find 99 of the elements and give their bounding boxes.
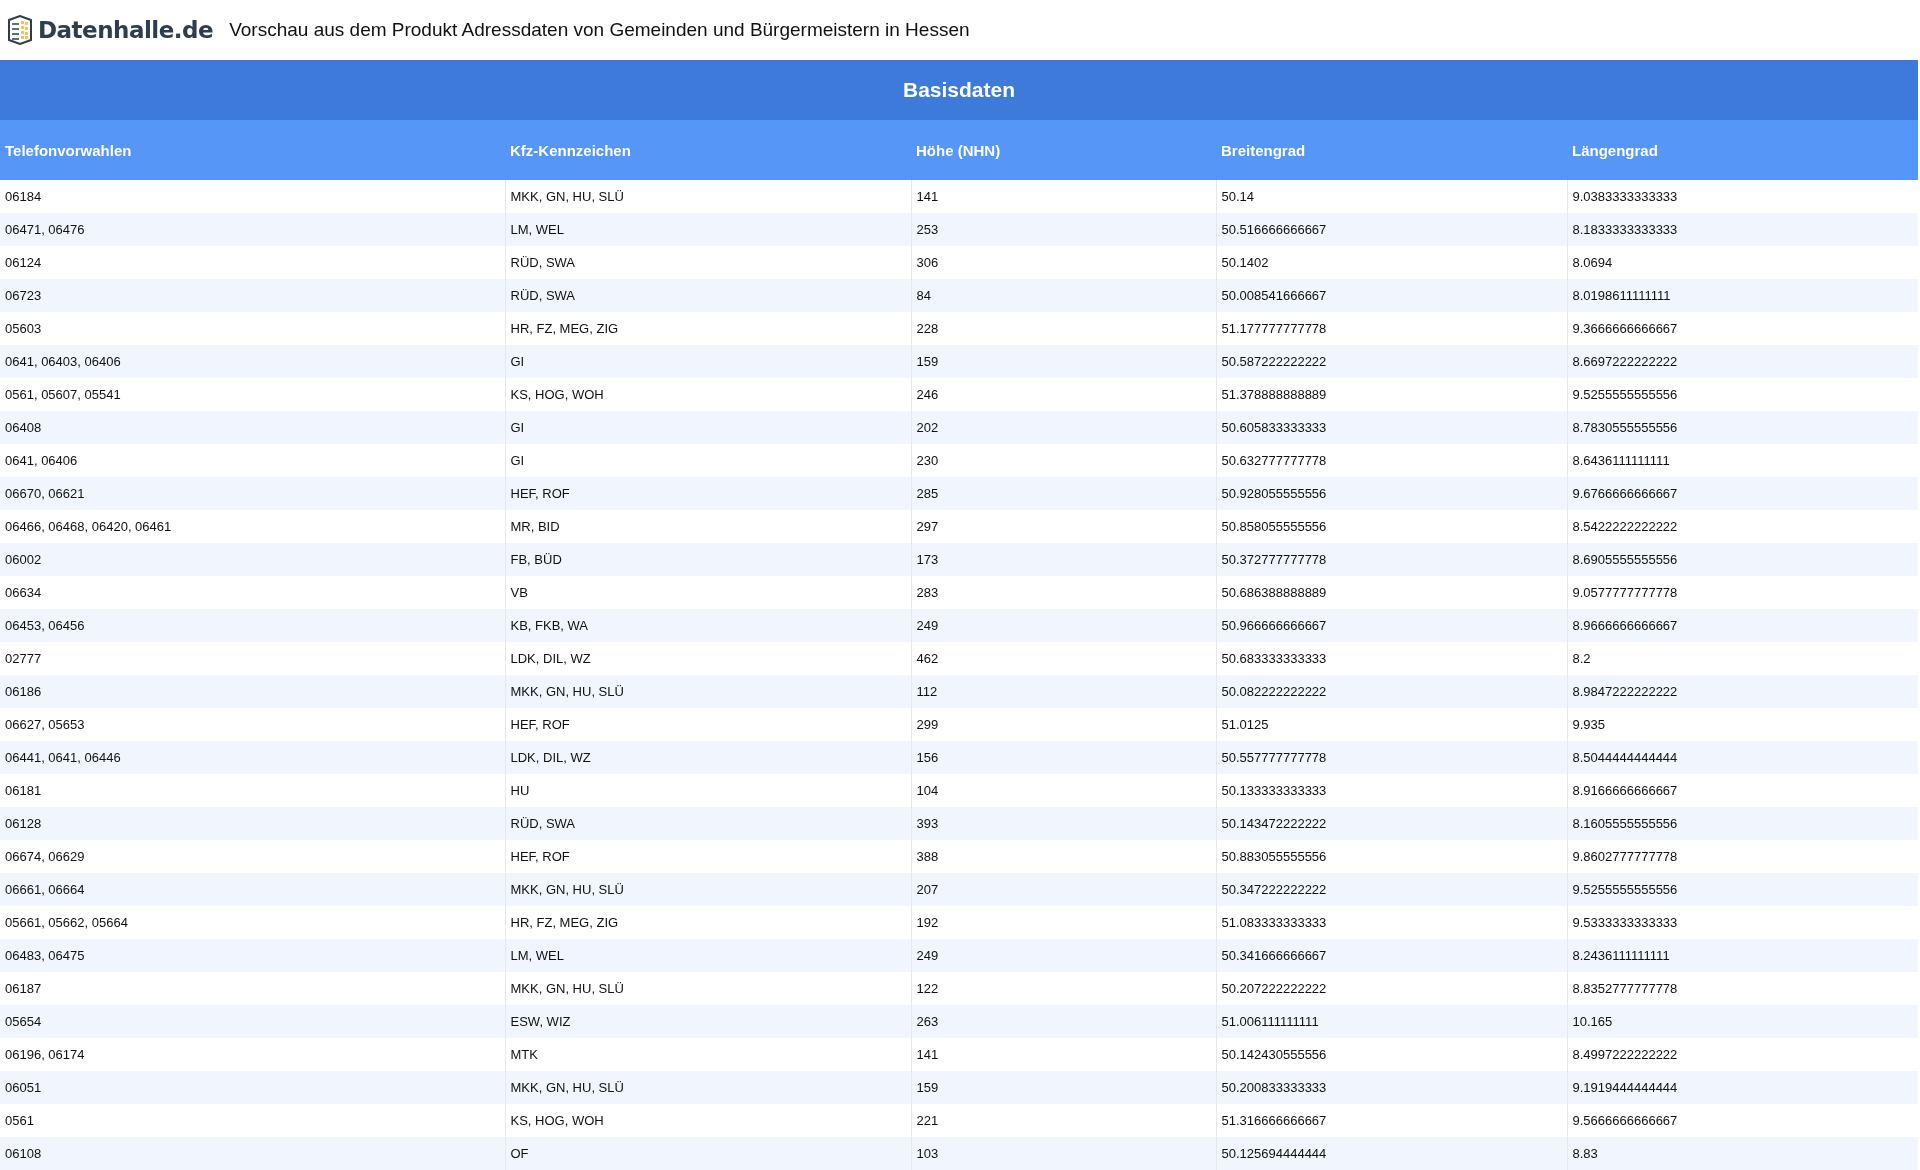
table-cell: 51.006111111111 xyxy=(1216,1005,1567,1038)
table-cell: 06627, 05653 xyxy=(0,708,505,741)
table-cell: 8.0198611111111 xyxy=(1567,279,1918,312)
table-cell: 06184 xyxy=(0,180,505,213)
page-title: Vorschau aus dem Produkt Adressdaten von Gemeinden und Bürgermeistern in Hessen xyxy=(229,19,970,41)
table-cell: 06408 xyxy=(0,411,505,444)
table-cell: 50.347222222222 xyxy=(1216,873,1567,906)
table-cell: 0641, 06406 xyxy=(0,444,505,477)
table-cell: 06441, 0641, 06446 xyxy=(0,741,505,774)
table-cell: 50.587222222222 xyxy=(1216,345,1567,378)
table-cell: 05603 xyxy=(0,312,505,345)
table-cell: 0561, 05607, 05541 xyxy=(0,378,505,411)
server-stack-logo-icon xyxy=(6,15,34,45)
table-cell: 253 xyxy=(911,213,1216,246)
table-cell: 159 xyxy=(911,345,1216,378)
table-cell: 06181 xyxy=(0,774,505,807)
table-cell: RÜD, SWA xyxy=(505,807,911,840)
table-cell: 06187 xyxy=(0,972,505,1005)
logo-text[interactable]: Datenhalle.de xyxy=(38,17,214,43)
table-cell: 285 xyxy=(911,477,1216,510)
table-cell: 06723 xyxy=(0,279,505,312)
table-cell: 249 xyxy=(911,609,1216,642)
table-cell: 06128 xyxy=(0,807,505,840)
table-cell: 50.966666666667 xyxy=(1216,609,1567,642)
table-cell: 156 xyxy=(911,741,1216,774)
column-header: Längengrad xyxy=(1567,120,1918,180)
table-cell: 05661, 05662, 05664 xyxy=(0,906,505,939)
table-cell: LM, WEL xyxy=(505,213,911,246)
table-cell: 50.125694444444 xyxy=(1216,1137,1567,1170)
table-cell: 50.008541666667 xyxy=(1216,279,1567,312)
table-cell: 8.1605555555556 xyxy=(1567,807,1918,840)
table-cell: ESW, WIZ xyxy=(505,1005,911,1038)
table-cell: 06483, 06475 xyxy=(0,939,505,972)
table-cell: 173 xyxy=(911,543,1216,576)
table-cell: 06471, 06476 xyxy=(0,213,505,246)
table-cell: OF xyxy=(505,1137,911,1170)
table-cell: 06453, 06456 xyxy=(0,609,505,642)
table-cell: 8.2436111111111 xyxy=(1567,939,1918,972)
table-cell: 112 xyxy=(911,675,1216,708)
table-cell: 06634 xyxy=(0,576,505,609)
table-cell: 0561 xyxy=(0,1104,505,1137)
table-cell: 8.6905555555556 xyxy=(1567,543,1918,576)
table-cell: 8.6697222222222 xyxy=(1567,345,1918,378)
table-cell: 50.082222222222 xyxy=(1216,675,1567,708)
table-cell: 249 xyxy=(911,939,1216,972)
table-cell: 06670, 06621 xyxy=(0,477,505,510)
table-cell: 06674, 06629 xyxy=(0,840,505,873)
table-cell: 50.928055555556 xyxy=(1216,477,1567,510)
table-cell: 393 xyxy=(911,807,1216,840)
table-cell: 02777 xyxy=(0,642,505,675)
table-cell: 50.200833333333 xyxy=(1216,1071,1567,1104)
table-cell: FB, BÜD xyxy=(505,543,911,576)
column-header: Kfz-Kennzeichen xyxy=(505,120,911,180)
table-cell: 50.341666666667 xyxy=(1216,939,1567,972)
table-cell: 8.7830555555556 xyxy=(1567,411,1918,444)
table-cell: 50.143472222222 xyxy=(1216,807,1567,840)
table-cell: 8.9847222222222 xyxy=(1567,675,1918,708)
table-cell: LDK, DIL, WZ xyxy=(505,741,911,774)
table-cell: 8.5044444444444 xyxy=(1567,741,1918,774)
table-cell: GI xyxy=(505,411,911,444)
table-cell: 06661, 06664 xyxy=(0,873,505,906)
table-cell: GI xyxy=(505,345,911,378)
table-cell: 207 xyxy=(911,873,1216,906)
table-cell: 103 xyxy=(911,1137,1216,1170)
table-cell: 50.516666666667 xyxy=(1216,213,1567,246)
column-header: Höhe (NHN) xyxy=(911,120,1216,180)
table-cell: 159 xyxy=(911,1071,1216,1104)
table-cell: 06466, 06468, 06420, 06461 xyxy=(0,510,505,543)
table-cell: MKK, GN, HU, SLÜ xyxy=(505,1071,911,1104)
table-cell: 263 xyxy=(911,1005,1216,1038)
table-cell: 50.605833333333 xyxy=(1216,411,1567,444)
table-cell: 06196, 06174 xyxy=(0,1038,505,1071)
table-cell: MKK, GN, HU, SLÜ xyxy=(505,675,911,708)
table-cell: 06186 xyxy=(0,675,505,708)
table-cell: 9.6766666666667 xyxy=(1567,477,1918,510)
table-cell: 10.165 xyxy=(1567,1005,1918,1038)
table-cell: 06051 xyxy=(0,1071,505,1104)
table-cell: MKK, GN, HU, SLÜ xyxy=(505,873,911,906)
column-header: Breitengrad xyxy=(1216,120,1567,180)
section-header: Basisdaten xyxy=(0,60,1918,120)
table-cell: 202 xyxy=(911,411,1216,444)
column-header: Telefonvorwahlen xyxy=(0,120,505,180)
table-cell: KB, FKB, WA xyxy=(505,609,911,642)
table-cell: RÜD, SWA xyxy=(505,279,911,312)
table-cell: 50.557777777778 xyxy=(1216,741,1567,774)
table-cell: 9.5255555555556 xyxy=(1567,873,1918,906)
table-cell: 06108 xyxy=(0,1137,505,1170)
table-cell: 0641, 06403, 06406 xyxy=(0,345,505,378)
table-cell: 8.9666666666667 xyxy=(1567,609,1918,642)
table-cell: LM, WEL xyxy=(505,939,911,972)
table-cell: 06002 xyxy=(0,543,505,576)
table-cell: 50.372777777778 xyxy=(1216,543,1567,576)
table-cell: 9.1919444444444 xyxy=(1567,1071,1918,1104)
table-cell: 06124 xyxy=(0,246,505,279)
table-cell: 05654 xyxy=(0,1005,505,1038)
table-cell: 8.1833333333333 xyxy=(1567,213,1918,246)
table-cell: HEF, ROF xyxy=(505,477,911,510)
table-cell: 84 xyxy=(911,279,1216,312)
table-cell: 8.83 xyxy=(1567,1137,1918,1170)
